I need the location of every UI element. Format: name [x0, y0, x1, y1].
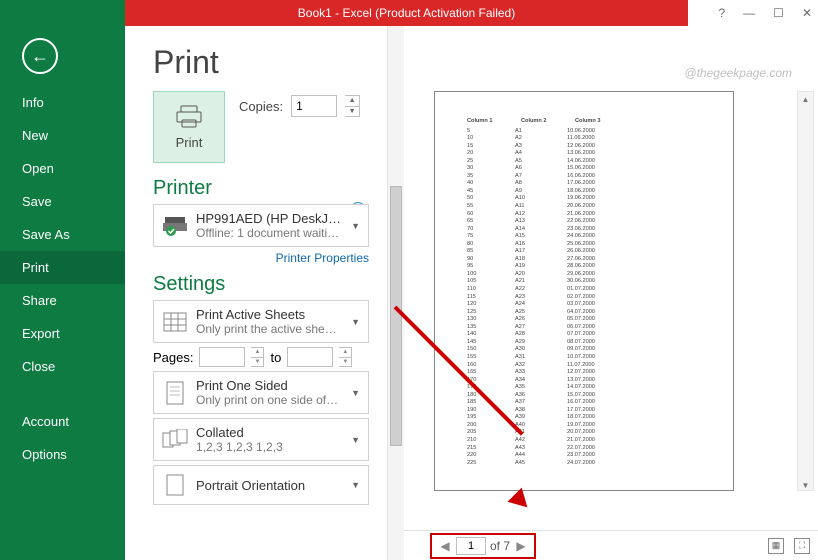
page-title: Print: [153, 44, 387, 81]
print-settings-column: Print Print Copies: ▲▼ Printer i HP991AE…: [125, 26, 387, 560]
sides-title: Print One Sided: [196, 378, 343, 393]
print-button-label: Print: [176, 135, 203, 150]
watermark: @thegeekpage.com: [684, 66, 792, 80]
print-scope-selector[interactable]: Print Active Sheets Only print the activ…: [153, 300, 369, 343]
preview-footer: ◀ of 7 ▶ ▦ ⛶: [404, 530, 818, 560]
printer-icon: [175, 105, 203, 129]
sidebar-item-open[interactable]: Open: [0, 152, 125, 185]
chevron-down-icon: ▼: [351, 435, 360, 445]
page-count-label: of 7: [490, 539, 510, 553]
sidebar-item-save-as[interactable]: Save As: [0, 218, 125, 251]
close-button[interactable]: ✕: [802, 6, 812, 20]
minimize-button[interactable]: —: [743, 6, 755, 20]
pages-from-spinner[interactable]: ▲▼: [251, 347, 264, 367]
pages-to-input[interactable]: [287, 347, 333, 367]
help-button[interactable]: ?: [718, 6, 725, 20]
chevron-down-icon: ▼: [351, 221, 360, 231]
printer-section-title: Printer: [153, 177, 387, 200]
copies-spinner[interactable]: ▲▼: [345, 95, 360, 117]
current-page-input[interactable]: [456, 537, 486, 555]
maximize-button[interactable]: ☐: [773, 6, 784, 20]
collate-selector[interactable]: Collated 1,2,3 1,2,3 1,2,3 ▼: [153, 418, 369, 461]
page-icon: [162, 380, 188, 406]
sidebar-item-save[interactable]: Save: [0, 185, 125, 218]
sidebar-item-share[interactable]: Share: [0, 284, 125, 317]
sidebar-item-info[interactable]: Info: [0, 86, 125, 119]
settings-section-title: Settings: [153, 273, 387, 296]
zoom-to-page-button[interactable]: ⛶: [794, 538, 810, 554]
printer-status-icon: [162, 213, 188, 239]
prev-page-button[interactable]: ◀: [438, 539, 452, 553]
chevron-down-icon: ▼: [351, 388, 360, 398]
sidebar-item-account[interactable]: Account: [0, 405, 125, 438]
title-bar-accent: [0, 0, 125, 26]
sidebar-item-export[interactable]: Export: [0, 317, 125, 350]
pages-label: Pages:: [153, 350, 193, 365]
pages-to-spinner[interactable]: ▲▼: [339, 347, 352, 367]
collate-sub: 1,2,3 1,2,3 1,2,3: [196, 440, 343, 454]
sides-sub: Only print on one side of…: [196, 393, 343, 407]
portrait-icon: [162, 472, 188, 498]
printer-properties-link[interactable]: Printer Properties: [153, 251, 369, 265]
print-scope-sub: Only print the active she…: [196, 322, 343, 336]
sidebar-item-new[interactable]: New: [0, 119, 125, 152]
main-content: Print Print Copies: ▲▼ Printer i HP991AE…: [125, 26, 818, 560]
window-title: Book1 - Excel (Product Activation Failed…: [125, 0, 688, 26]
back-button[interactable]: ←: [22, 38, 58, 74]
sidebar-item-options[interactable]: Options: [0, 438, 125, 471]
settings-scrollbar[interactable]: [387, 26, 404, 560]
preview-page: Column 1Column 2Column 35A110.06.200010A…: [434, 91, 734, 491]
page-navigator: ◀ of 7 ▶: [430, 533, 536, 559]
title-bar: Book1 - Excel (Product Activation Failed…: [0, 0, 818, 26]
sidebar-item-close[interactable]: Close: [0, 350, 125, 383]
pages-from-input[interactable]: [199, 347, 245, 367]
pages-to-label: to: [270, 350, 281, 365]
printer-selector[interactable]: HP991AED (HP DeskJet Pl… Offline: 1 docu…: [153, 204, 369, 247]
printer-status: Offline: 1 document waiti…: [196, 226, 343, 240]
preview-scrollbar[interactable]: ▲▼: [797, 91, 814, 491]
backstage-sidebar: ← InfoNewOpenSaveSave AsPrintShareExport…: [0, 26, 125, 560]
sides-selector[interactable]: Print One Sided Only print on one side o…: [153, 371, 369, 414]
print-preview: @thegeekpage.com Column 1Column 2Column …: [404, 26, 818, 560]
print-button[interactable]: Print: [153, 91, 225, 163]
collate-icon: [162, 427, 188, 453]
chevron-down-icon: ▼: [351, 317, 360, 327]
orientation-selector[interactable]: Portrait Orientation ▼: [153, 465, 369, 505]
orientation-title: Portrait Orientation: [196, 478, 343, 493]
copies-input[interactable]: [291, 95, 337, 117]
print-scope-title: Print Active Sheets: [196, 307, 343, 322]
chevron-down-icon: ▼: [351, 480, 360, 490]
show-margins-button[interactable]: ▦: [768, 538, 784, 554]
sheet-icon: [162, 309, 188, 335]
collate-title: Collated: [196, 425, 343, 440]
sidebar-item-print[interactable]: Print: [0, 251, 125, 284]
next-page-button[interactable]: ▶: [514, 539, 528, 553]
printer-name: HP991AED (HP DeskJet Pl…: [196, 211, 343, 226]
copies-label: Copies:: [239, 99, 283, 114]
